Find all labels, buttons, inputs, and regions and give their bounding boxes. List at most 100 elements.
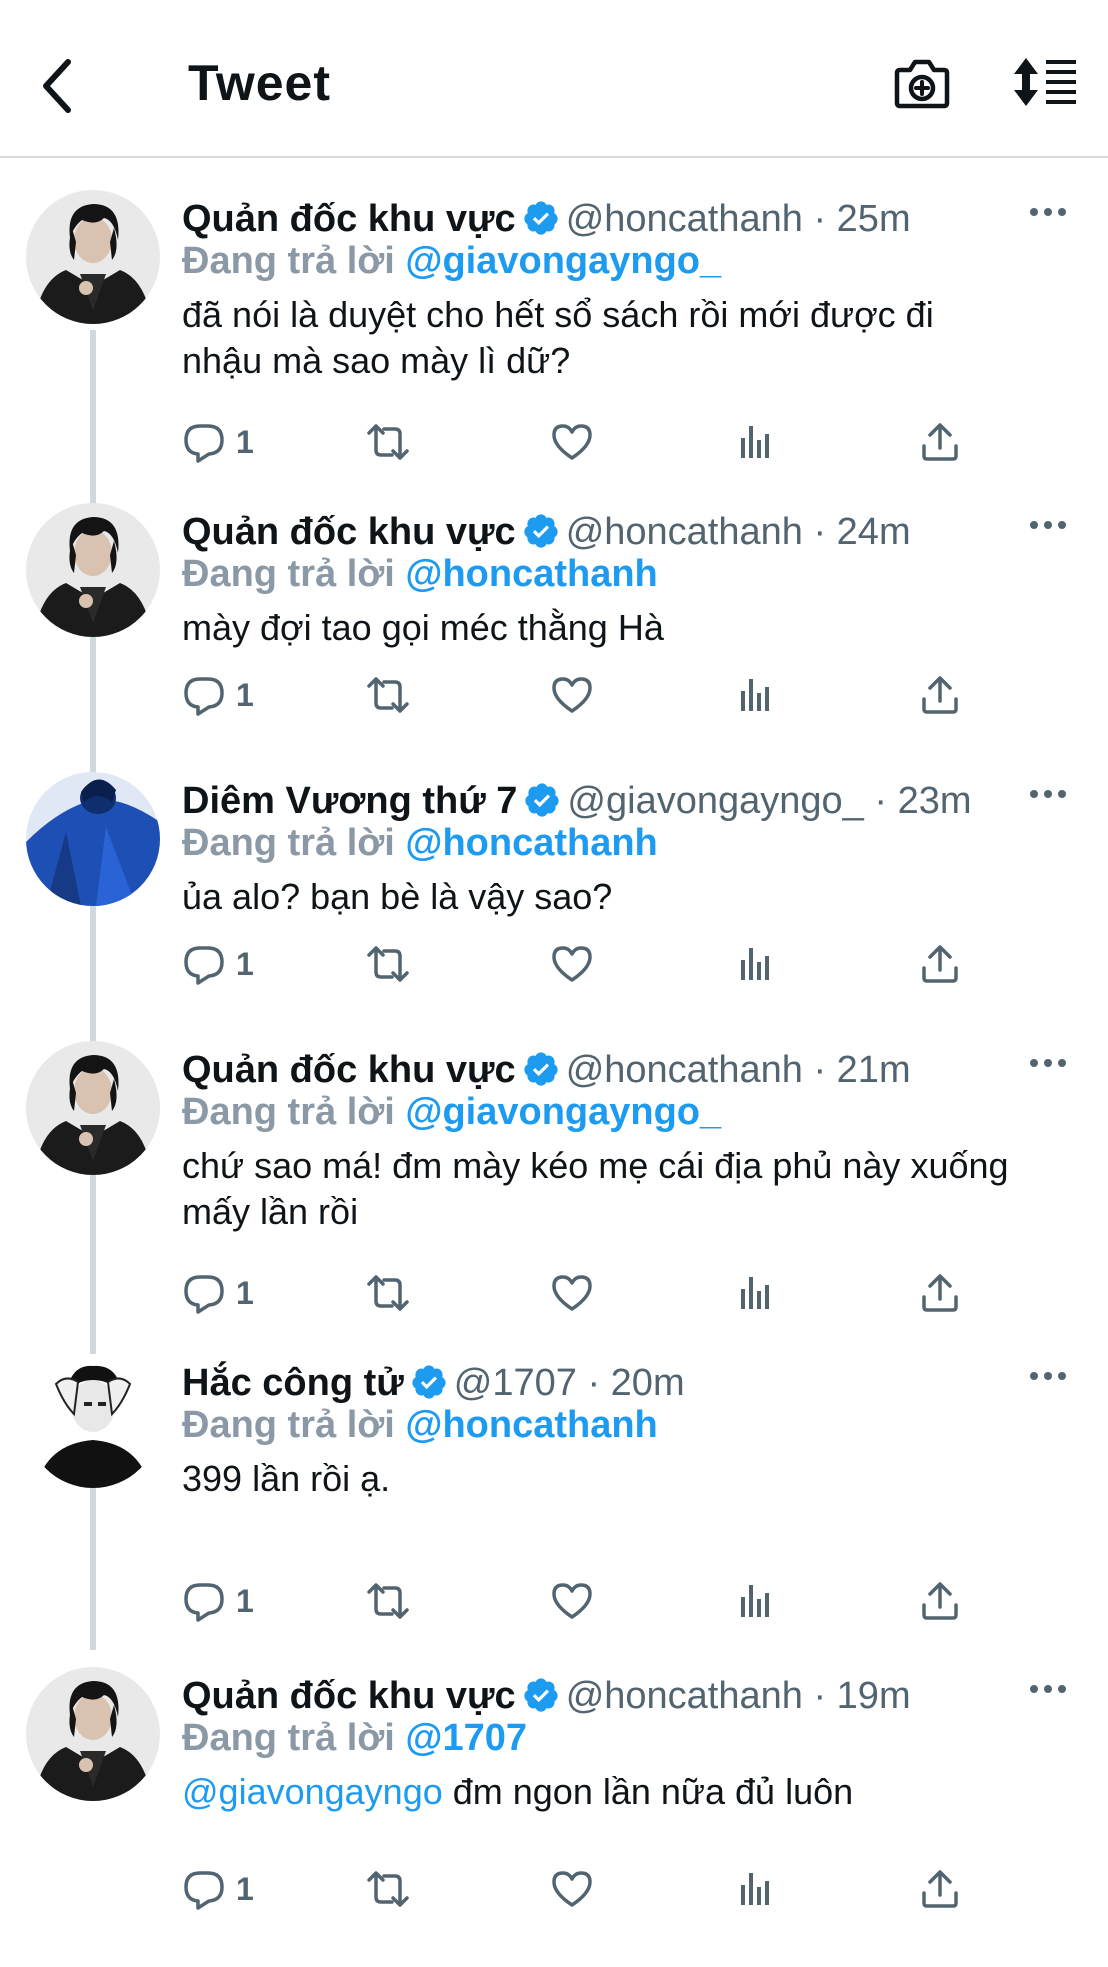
timestamp[interactable]: 20m bbox=[611, 1362, 685, 1404]
replying-to-label: Đang trả lời bbox=[182, 553, 395, 595]
tweet-item[interactable]: Quản đốc khu vực @honcathanh · 21m Đang t… bbox=[0, 1041, 1108, 1341]
views-button[interactable] bbox=[734, 420, 778, 470]
avatar[interactable] bbox=[26, 503, 160, 637]
camera-icon[interactable] bbox=[894, 56, 950, 110]
user-handle[interactable]: @honcathanh bbox=[566, 1049, 803, 1091]
views-button[interactable] bbox=[734, 942, 778, 992]
user-handle[interactable]: @giavongayngo_ bbox=[567, 780, 863, 822]
avatar[interactable] bbox=[26, 190, 160, 324]
replying-to-handle[interactable]: @honcathanh bbox=[405, 553, 657, 595]
more-options-icon[interactable] bbox=[1026, 1368, 1070, 1384]
replying-to-handle[interactable]: @giavongayngo_ bbox=[405, 240, 721, 282]
display-name[interactable]: Quản đốc khu vực bbox=[182, 511, 516, 553]
user-handle[interactable]: @honcathanh bbox=[566, 1675, 803, 1717]
tweet-text: chứ sao má! đm mày kéo mẹ cái địa phủ nà… bbox=[182, 1143, 1022, 1235]
display-name[interactable]: Quản đốc khu vực bbox=[182, 198, 516, 240]
user-handle[interactable]: @1707 bbox=[454, 1362, 577, 1404]
reply-count: 1 bbox=[236, 946, 254, 982]
like-button[interactable] bbox=[550, 420, 594, 470]
reply-button[interactable]: 1 bbox=[182, 942, 254, 992]
tweet-body: đã nói là duyệt cho hết sổ sách rồi mới … bbox=[182, 294, 934, 381]
tweet-item[interactable]: Quản đốc khu vực @honcathanh · 25m Đang t… bbox=[0, 190, 1108, 490]
tweet-header: Quản đốc khu vực @honcathanh · 25m bbox=[182, 196, 911, 242]
replying-to: Đang trả lời @giavongayngo_ bbox=[182, 1089, 721, 1135]
like-button[interactable] bbox=[550, 1867, 594, 1917]
retweet-button[interactable] bbox=[366, 673, 410, 723]
reply-button[interactable]: 1 bbox=[182, 673, 254, 723]
display-name[interactable]: Quản đốc khu vực bbox=[182, 1049, 516, 1091]
mention-link[interactable]: @giavongayngo bbox=[182, 1771, 443, 1812]
replying-to-handle[interactable]: @honcathanh bbox=[405, 1404, 657, 1446]
retweet-button[interactable] bbox=[366, 1271, 410, 1321]
tweet-item[interactable]: Quản đốc khu vực @honcathanh · 24m Đang t… bbox=[0, 503, 1108, 803]
like-button[interactable] bbox=[550, 673, 594, 723]
like-button[interactable] bbox=[550, 1579, 594, 1629]
replying-to: Đang trả lời @honcathanh bbox=[182, 1402, 658, 1448]
share-button[interactable] bbox=[918, 673, 962, 723]
display-name[interactable]: Diêm Vương thứ 7 bbox=[182, 780, 517, 822]
tweet-actions: 1 bbox=[182, 420, 982, 470]
page-title: Tweet bbox=[188, 55, 331, 111]
avatar[interactable] bbox=[26, 772, 160, 906]
separator-dot: · bbox=[802, 511, 837, 553]
timestamp[interactable]: 25m bbox=[837, 198, 911, 240]
replying-to-label: Đang trả lời bbox=[182, 1717, 395, 1759]
retweet-button[interactable] bbox=[366, 1867, 410, 1917]
views-button[interactable] bbox=[734, 673, 778, 723]
views-button[interactable] bbox=[734, 1271, 778, 1321]
tweet-text: đã nói là duyệt cho hết sổ sách rồi mới … bbox=[182, 292, 1022, 384]
tweet-body: đm ngon lần nữa đủ luôn bbox=[442, 1771, 854, 1812]
timestamp[interactable]: 23m bbox=[898, 780, 972, 822]
tweet-text: mày đợi tao gọi méc thằng Hà bbox=[182, 605, 1022, 651]
more-options-icon[interactable] bbox=[1026, 786, 1070, 802]
avatar[interactable] bbox=[26, 1041, 160, 1175]
sort-icon[interactable] bbox=[1012, 56, 1078, 108]
views-button[interactable] bbox=[734, 1579, 778, 1629]
timestamp[interactable]: 19m bbox=[837, 1675, 911, 1717]
back-arrow-icon[interactable] bbox=[34, 56, 84, 116]
like-button[interactable] bbox=[550, 942, 594, 992]
avatar[interactable] bbox=[26, 1354, 160, 1488]
tweet-text: ủa alo? bạn bè là vậy sao? bbox=[182, 874, 1022, 920]
avatar[interactable] bbox=[26, 1667, 160, 1801]
more-options-icon[interactable] bbox=[1026, 204, 1070, 220]
tweet-item[interactable]: Quản đốc khu vực @honcathanh · 19m Đang t… bbox=[0, 1667, 1108, 1967]
reply-button[interactable]: 1 bbox=[182, 1579, 254, 1629]
replying-to-handle[interactable]: @honcathanh bbox=[405, 822, 657, 864]
display-name[interactable]: Quản đốc khu vực bbox=[182, 1675, 516, 1717]
display-name[interactable]: Hắc công tử bbox=[182, 1362, 404, 1404]
tweet-text: 399 lần rồi ạ. bbox=[182, 1456, 1022, 1502]
tweet-item[interactable]: Hắc công tử @1707 · 20m Đang trả lời @hon… bbox=[0, 1354, 1108, 1654]
timestamp[interactable]: 21m bbox=[837, 1049, 911, 1091]
like-button[interactable] bbox=[550, 1271, 594, 1321]
share-button[interactable] bbox=[918, 1271, 962, 1321]
reply-button[interactable]: 1 bbox=[182, 1867, 254, 1917]
separator-dot: · bbox=[802, 1049, 837, 1091]
share-button[interactable] bbox=[918, 420, 962, 470]
more-options-icon[interactable] bbox=[1026, 1681, 1070, 1697]
retweet-button[interactable] bbox=[366, 942, 410, 992]
replying-to-handle[interactable]: @giavongayngo_ bbox=[405, 1091, 721, 1133]
separator-dot: · bbox=[802, 1675, 837, 1717]
timestamp[interactable]: 24m bbox=[837, 511, 911, 553]
reply-count: 1 bbox=[236, 1583, 254, 1619]
user-handle[interactable]: @honcathanh bbox=[566, 198, 803, 240]
share-button[interactable] bbox=[918, 1579, 962, 1629]
share-button[interactable] bbox=[918, 1867, 962, 1917]
replying-to: Đang trả lời @1707 bbox=[182, 1715, 527, 1761]
more-options-icon[interactable] bbox=[1026, 1055, 1070, 1071]
tweet-item[interactable]: Diêm Vương thứ 7 @giavongayngo_ · 23m Đan… bbox=[0, 772, 1108, 1072]
share-button[interactable] bbox=[918, 942, 962, 992]
user-handle[interactable]: @honcathanh bbox=[566, 511, 803, 553]
verified-badge-icon bbox=[522, 1676, 560, 1714]
views-button[interactable] bbox=[734, 1867, 778, 1917]
retweet-button[interactable] bbox=[366, 420, 410, 470]
more-options-icon[interactable] bbox=[1026, 517, 1070, 533]
reply-button[interactable]: 1 bbox=[182, 1271, 254, 1321]
replying-to: Đang trả lời @honcathanh bbox=[182, 820, 658, 866]
retweet-button[interactable] bbox=[366, 1579, 410, 1629]
reply-button[interactable]: 1 bbox=[182, 420, 254, 470]
separator-dot: · bbox=[576, 1362, 611, 1404]
reply-count: 1 bbox=[236, 677, 254, 713]
replying-to-handle[interactable]: @1707 bbox=[405, 1717, 527, 1759]
